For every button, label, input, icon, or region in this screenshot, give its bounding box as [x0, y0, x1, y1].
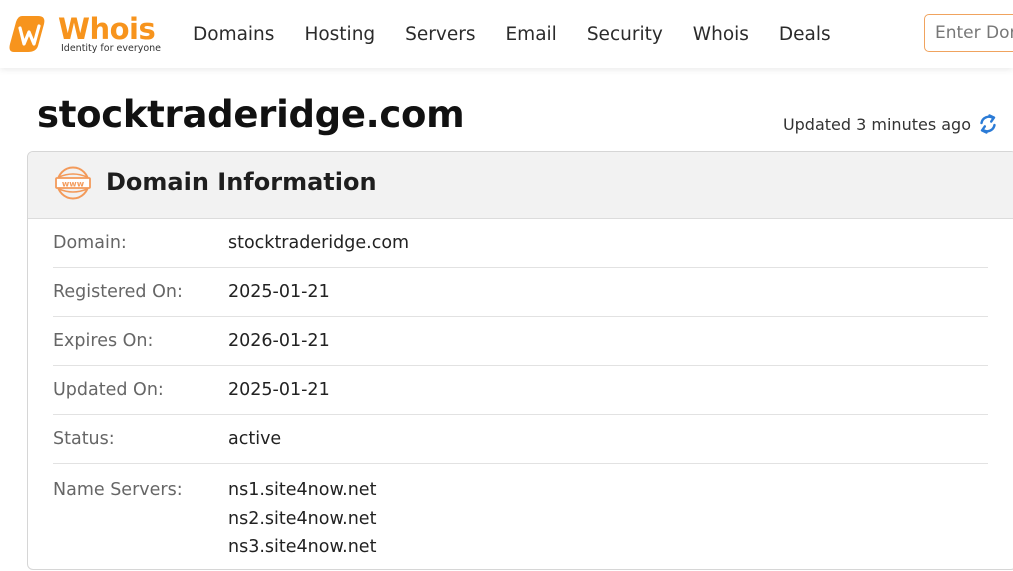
domain-info-table: Domain: stocktraderidge.com Registered O… — [53, 219, 988, 562]
row-value: 2025-01-21 — [228, 282, 330, 302]
info-row-expires: Expires On: 2026-01-21 — [53, 317, 988, 366]
site-header: Whois Identity for everyone Domains Host… — [0, 0, 1013, 68]
nav-email[interactable]: Email — [505, 24, 556, 45]
row-label: Updated On: — [53, 380, 164, 400]
main-nav: Domains Hosting Servers Email Security W… — [193, 0, 861, 68]
svg-text:www: www — [62, 179, 85, 188]
www-icon: www — [55, 166, 91, 200]
row-label: Domain: — [53, 233, 127, 253]
info-row-status: Status: active — [53, 415, 988, 464]
nav-domains[interactable]: Domains — [193, 24, 274, 45]
card-title: Domain Information — [106, 168, 377, 196]
nav-hosting[interactable]: Hosting — [304, 24, 375, 45]
domain-search-input[interactable] — [925, 15, 1013, 51]
whois-logo[interactable]: Whois Identity for everyone — [8, 12, 168, 56]
row-value: stocktraderidge.com — [228, 233, 410, 253]
info-row-registered: Registered On: 2025-01-21 — [53, 268, 988, 317]
name-server-item: ns2.site4now.net — [228, 508, 377, 529]
logo-wordmark: Whois — [58, 12, 156, 46]
logo-mark-icon — [9, 16, 45, 52]
nav-servers[interactable]: Servers — [405, 24, 475, 45]
info-row-name-servers: Name Servers: ns1.site4now.net ns2.site4… — [53, 464, 988, 562]
name-server-item: ns1.site4now.net — [228, 480, 377, 500]
domain-search-box — [924, 14, 1013, 52]
logo-tagline: Identity for everyone — [61, 43, 162, 54]
nav-deals[interactable]: Deals — [779, 24, 831, 45]
card-header: www Domain Information — [28, 152, 1013, 219]
name-server-item: ns3.site4now.net — [228, 537, 377, 557]
row-value: 2026-01-21 — [228, 331, 330, 351]
row-label: Expires On: — [53, 331, 154, 351]
domain-information-card: www Domain Information Domain: stocktrad… — [27, 151, 1013, 570]
row-label: Name Servers: — [53, 480, 183, 500]
refresh-icon[interactable] — [977, 112, 999, 136]
updated-text: Updated 3 minutes ago — [782, 114, 971, 134]
status-value: active — [228, 429, 282, 449]
updated-status: Updated 3 minutes ago — [783, 112, 999, 136]
row-label: Status: — [53, 429, 115, 449]
nav-security[interactable]: Security — [587, 24, 663, 45]
page-title: stocktraderidge.com — [37, 93, 465, 136]
info-row-domain: Domain: stocktraderidge.com — [53, 219, 988, 268]
info-row-updated: Updated On: 2025-01-21 — [53, 366, 988, 415]
row-value: 2025-01-21 — [228, 380, 330, 400]
name-server-list: ns1.site4now.net ns2.site4now.net ns3.si… — [228, 476, 376, 562]
nav-whois[interactable]: Whois — [693, 24, 749, 45]
row-label: Registered On: — [53, 282, 183, 302]
